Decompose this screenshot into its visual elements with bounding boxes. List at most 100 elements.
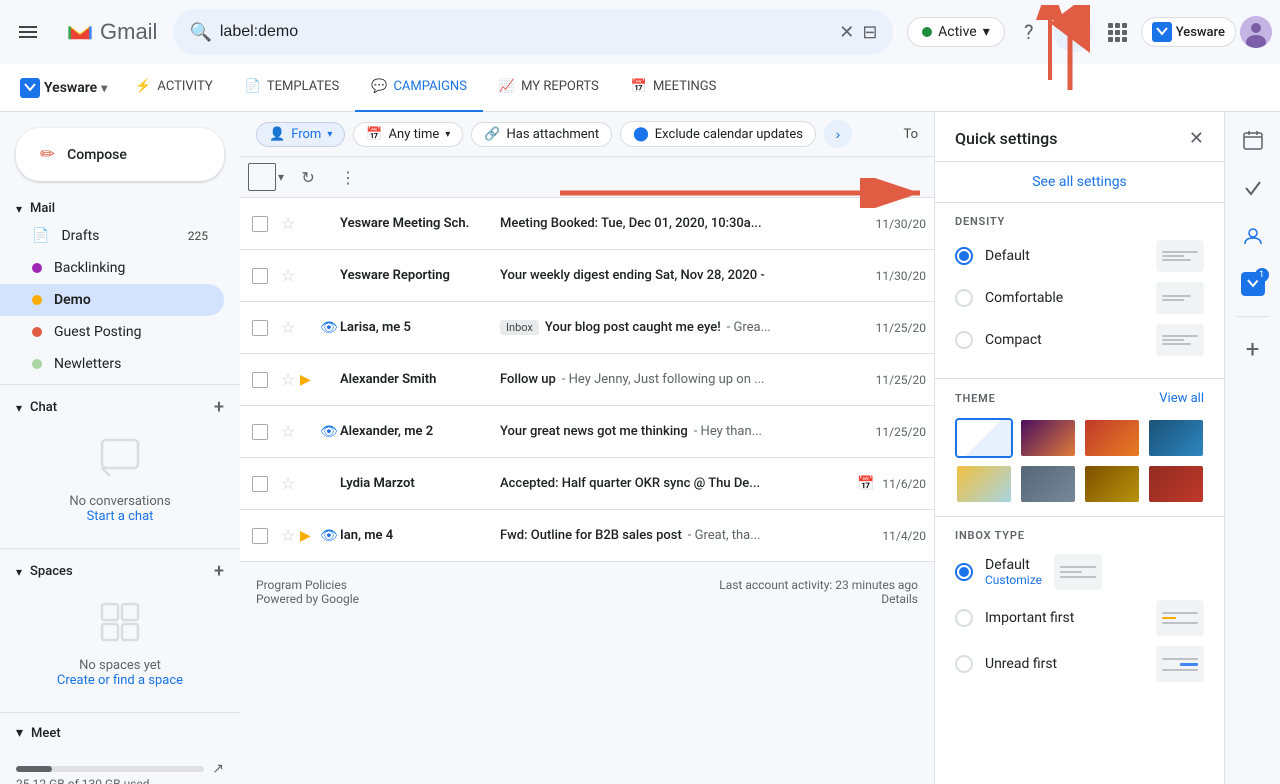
sidebar-item-guest-posting[interactable]: Guest Posting xyxy=(0,316,224,348)
star-button-2[interactable]: ☆ xyxy=(276,266,300,285)
yesware-sidebar-button[interactable]: 1 xyxy=(1233,264,1273,304)
yesware-nav-chevron: ▾ xyxy=(101,81,107,95)
search-clear-icon[interactable]: ✕ xyxy=(839,22,854,43)
mail-section-header[interactable]: ▾ Mail xyxy=(0,197,240,220)
email-checkbox-7[interactable] xyxy=(248,528,272,544)
email-checkbox-3[interactable] xyxy=(248,320,272,336)
status-button[interactable]: Active ▾ xyxy=(907,17,1005,47)
theme-forest[interactable] xyxy=(1083,464,1141,504)
density-compact-radio xyxy=(955,331,973,349)
email-checkbox-1[interactable] xyxy=(248,216,272,232)
email-row[interactable]: ☆ ▶ Alexander Smith Follow up - Hey Jenn… xyxy=(240,354,934,406)
chat-start-link[interactable]: Start a chat xyxy=(16,509,224,524)
spaces-add-button[interactable]: + xyxy=(214,561,224,582)
filter-more-button[interactable]: › xyxy=(824,120,852,148)
footer-details[interactable]: Details xyxy=(719,592,918,606)
meet-section-header[interactable]: ▾ Meet xyxy=(0,721,240,745)
apps-button[interactable] xyxy=(1097,12,1137,52)
refresh-button[interactable]: ↻ xyxy=(292,161,324,193)
theme-ocean[interactable] xyxy=(1147,418,1205,458)
qs-see-all-link[interactable]: See all settings xyxy=(1032,174,1127,190)
inbox-option-unread[interactable]: Unread first xyxy=(955,646,1204,682)
chat-add-button[interactable]: + xyxy=(214,397,224,418)
hamburger-menu[interactable] xyxy=(8,12,48,52)
view-all-themes-link[interactable]: View all xyxy=(1159,391,1204,406)
email-checkbox-2[interactable] xyxy=(248,268,272,284)
chat-section-header[interactable]: ▾ Chat + xyxy=(0,393,240,422)
sidebar-item-backlinking[interactable]: Backlinking xyxy=(0,252,224,284)
footer-policies[interactable]: Program Policies xyxy=(256,578,359,592)
yesware-account-button[interactable]: Yesware xyxy=(1141,17,1236,47)
contacts-sidebar-button[interactable] xyxy=(1233,216,1273,256)
yesware-nav-logo[interactable]: Yesware ▾ xyxy=(8,78,119,98)
filter-from[interactable]: 👤 From ▾ xyxy=(256,122,345,147)
search-input[interactable] xyxy=(220,23,831,41)
email-row[interactable]: ☆ ▶ 👁 Ian, me 4 Fwd: Outline for B2B sal… xyxy=(240,510,934,562)
email-checkbox-6[interactable] xyxy=(248,476,272,492)
email-preview-3: Inbox Your blog post caught me eye! - Gr… xyxy=(500,320,868,335)
star-button-7[interactable]: ☆ xyxy=(276,526,300,545)
filter-any-time[interactable]: 📅 Any time ▾ xyxy=(353,122,463,147)
spaces-create-link[interactable]: Create or find a space xyxy=(16,673,224,688)
nav-item-meetings[interactable]: 📅 MEETINGS xyxy=(615,64,733,112)
nav-item-templates[interactable]: 📄 TEMPLATES xyxy=(229,64,356,112)
help-button[interactable]: ? xyxy=(1009,12,1049,52)
density-comfortable-preview xyxy=(1156,282,1204,314)
sidebar-item-newsletters[interactable]: Newletters xyxy=(0,348,224,380)
filter-has-attachment[interactable]: 🔗 Has attachment xyxy=(471,122,612,147)
tasks-sidebar-button[interactable] xyxy=(1233,168,1273,208)
qs-close-button[interactable]: ✕ xyxy=(1189,128,1204,149)
density-option-compact[interactable]: Compact xyxy=(955,324,1204,356)
sidebar-item-drafts[interactable]: 📄 Drafts 225 xyxy=(0,220,224,252)
theme-purple-sunset[interactable] xyxy=(1019,418,1077,458)
email-row[interactable]: ☆ 👁 Alexander, me 2 Your great news got … xyxy=(240,406,934,458)
email-checkbox-4[interactable] xyxy=(248,372,272,388)
star-button-1[interactable]: ☆ xyxy=(276,214,300,233)
guest-posting-dot xyxy=(32,327,42,337)
email-preview-4: Follow up - Hey Jenny, Just following up… xyxy=(500,372,868,387)
backlinking-dot xyxy=(32,263,42,273)
theme-mountain[interactable] xyxy=(1019,464,1077,504)
calendar-sidebar-button[interactable] xyxy=(1233,120,1273,160)
nav-item-activity[interactable]: ⚡ ACTIVITY xyxy=(119,64,228,112)
density-option-comfortable[interactable]: Comfortable xyxy=(955,282,1204,314)
storage-expand-icon[interactable]: ↗ xyxy=(212,761,224,777)
email-row[interactable]: ☆ 👁 Larisa, me 5 Inbox Your blog post ca… xyxy=(240,302,934,354)
nav-item-reports[interactable]: 📈 MY REPORTS xyxy=(483,64,615,112)
from-chevron-icon: ▾ xyxy=(327,129,332,140)
user-avatar[interactable] xyxy=(1240,16,1272,48)
inbox-option-default[interactable]: Default Customize xyxy=(955,554,1204,590)
email-date-4: 11/25/20 xyxy=(876,373,926,387)
compose-button[interactable]: ✏ Compose xyxy=(16,128,224,181)
search-bar[interactable]: 🔍 ✕ ⊟ xyxy=(173,9,893,55)
filter-exclude-calendar[interactable]: ⬤ Exclude calendar updates xyxy=(620,121,816,147)
inbox-customize-link[interactable]: Customize xyxy=(985,573,1042,587)
email-row[interactable]: ☆ Yesware Meeting Sch. Meeting Booked: T… xyxy=(240,198,934,250)
search-options-icon[interactable]: ⊟ xyxy=(862,22,877,43)
sidebar-item-demo[interactable]: Demo xyxy=(0,284,224,316)
select-all-checkbox[interactable] xyxy=(248,163,276,191)
star-button-3[interactable]: ☆ xyxy=(276,318,300,337)
star-button-4[interactable]: ☆ xyxy=(276,370,300,389)
star-button-5[interactable]: ☆ xyxy=(276,422,300,441)
star-button-6[interactable]: ☆ xyxy=(276,474,300,493)
theme-city[interactable] xyxy=(1147,464,1205,504)
email-date-1: 11/30/20 xyxy=(876,217,926,231)
email-row[interactable]: ☆ Yesware Reporting Your weekly digest e… xyxy=(240,250,934,302)
select-chevron-icon[interactable]: ▾ xyxy=(278,170,284,184)
inbox-option-important[interactable]: Important first xyxy=(955,600,1204,636)
gmail-logo: Gmail xyxy=(56,19,165,45)
nav-item-campaigns[interactable]: 💬 CAMPAIGNS xyxy=(355,64,483,112)
theme-gmail[interactable] xyxy=(955,418,1013,458)
more-actions-button[interactable]: ⋮ xyxy=(332,161,364,193)
spaces-section-header[interactable]: ▾ Spaces + xyxy=(0,557,240,586)
theme-sunset[interactable] xyxy=(1083,418,1141,458)
add-app-button[interactable]: + xyxy=(1233,329,1273,369)
qs-theme-section: THEME View all xyxy=(935,379,1224,517)
mail-section: ▾ Mail 📄 Drafts 225 Backlinking Demo Gue… xyxy=(0,197,240,380)
theme-beach[interactable] xyxy=(955,464,1013,504)
density-option-default[interactable]: Default xyxy=(955,240,1204,272)
email-checkbox-5[interactable] xyxy=(248,424,272,440)
settings-button[interactable]: ⚙ xyxy=(1053,12,1093,52)
email-row[interactable]: ☆ Lydia Marzot Accepted: Half quarter OK… xyxy=(240,458,934,510)
